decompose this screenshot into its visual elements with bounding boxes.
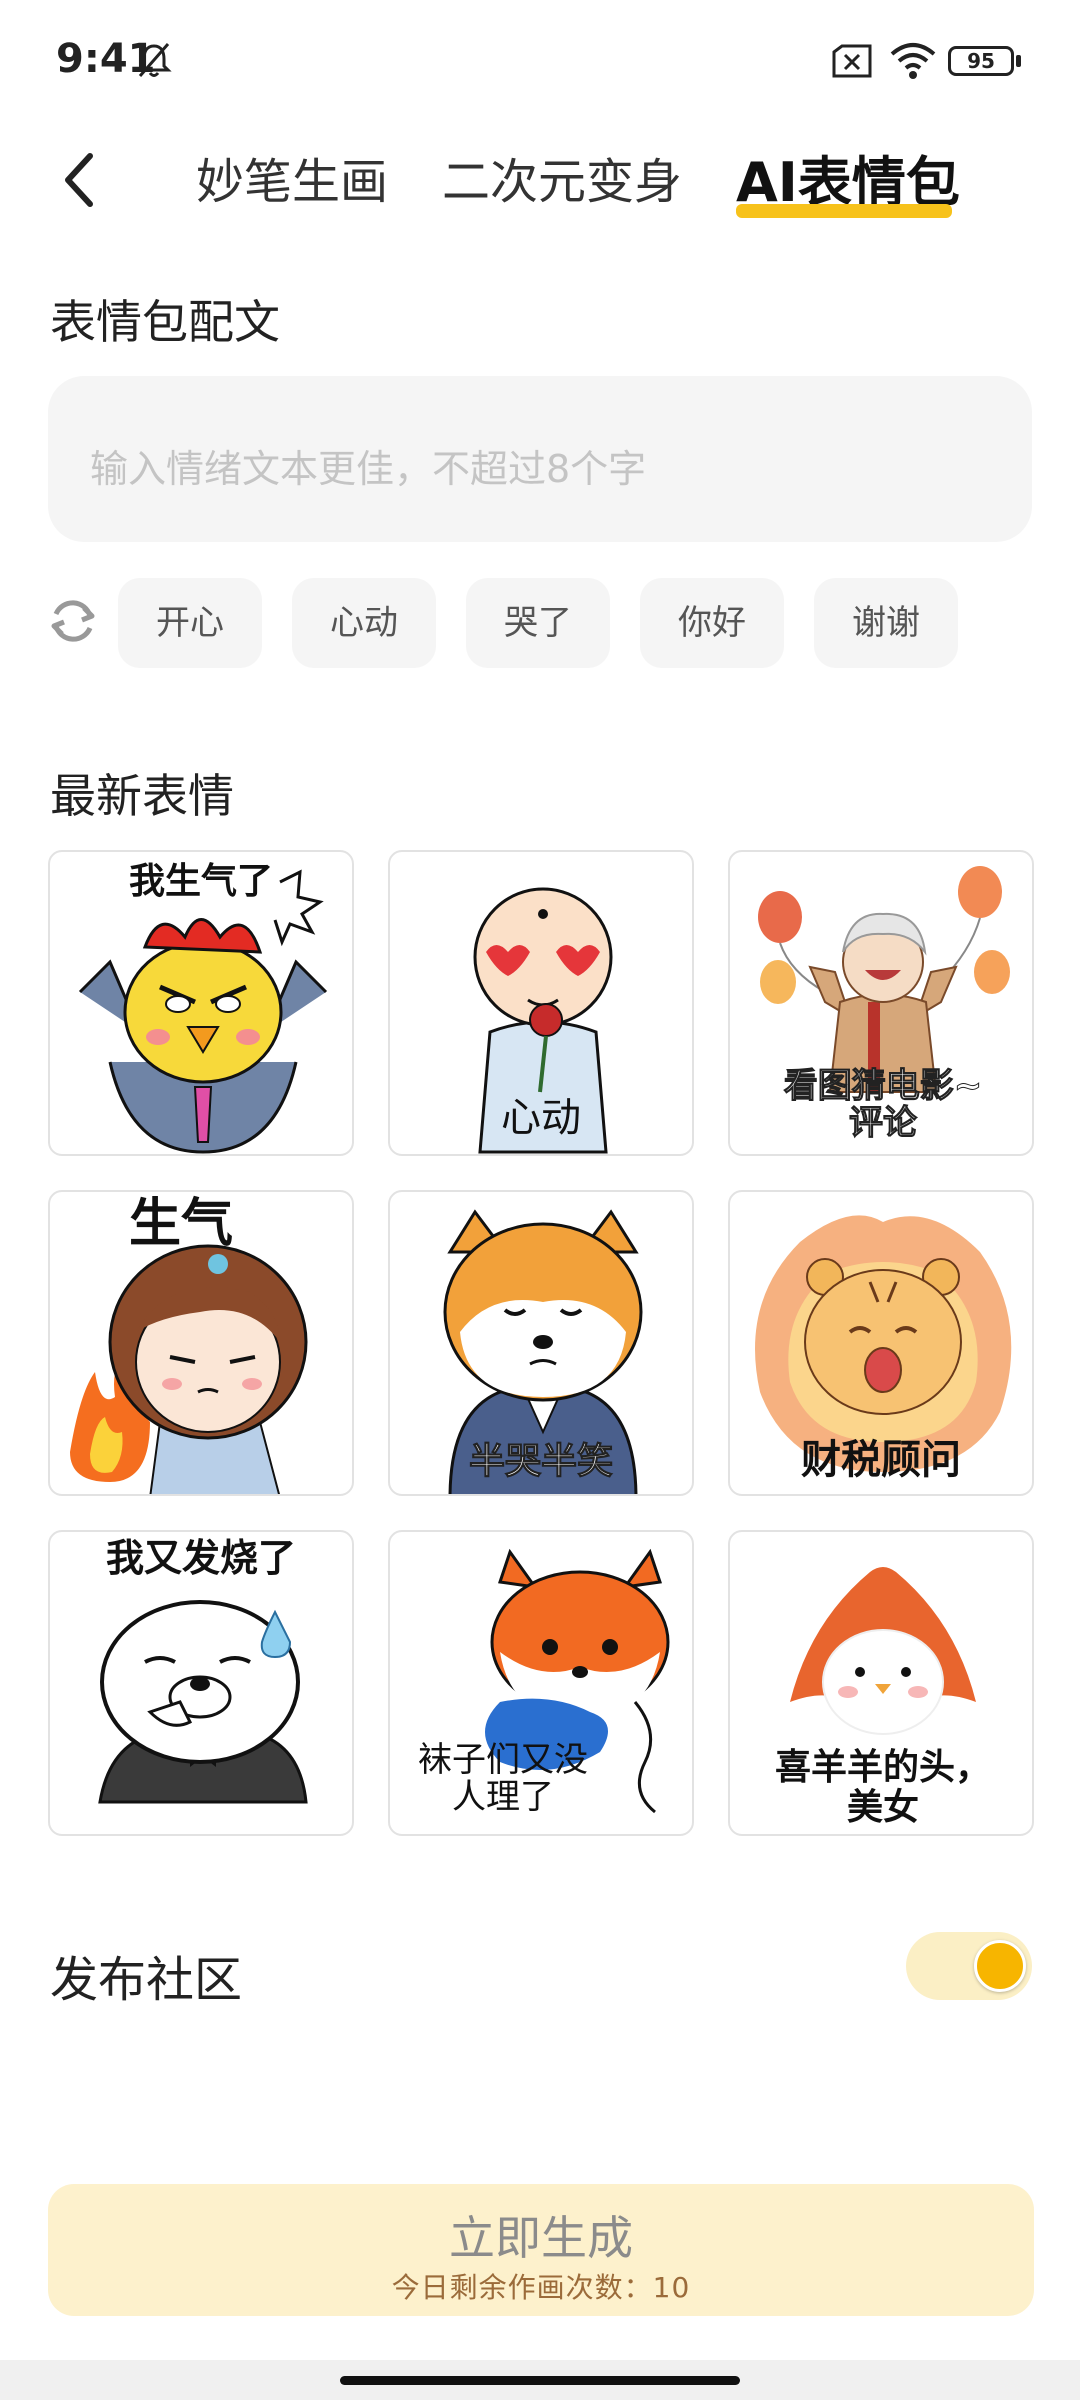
bell-muted-icon [136, 43, 172, 77]
remaining-count: 今日剩余作画次数：10 [391, 2271, 691, 2304]
latest-section-title: 最新表情 [50, 769, 234, 823]
sticker-card[interactable]: 袜子们又没人理了 [388, 1530, 694, 1836]
sticker-caption: 我又发烧了 [105, 1536, 296, 1580]
status-bar: 9:41 95 [0, 0, 1080, 120]
refresh-icon[interactable] [48, 596, 98, 646]
sticker-caption: 看图猜电影~评论 [783, 1066, 983, 1144]
sticker-caption: 财税顾问 [801, 1437, 961, 1483]
caption-input[interactable]: 输入情绪文本更佳，不超过8个字 [48, 376, 1032, 542]
active-tab-indicator [736, 204, 952, 218]
sticker-caption: 半哭半笑 [468, 1441, 613, 1482]
chip-happy[interactable]: 开心 [118, 578, 262, 668]
home-indicator[interactable] [340, 2376, 740, 2385]
generate-button[interactable]: 立即生成 今日剩余作画次数：10 [48, 2184, 1034, 2316]
sticker-card[interactable]: 心动 [388, 850, 694, 1156]
tab-miaobi[interactable]: 妙笔生画 [196, 142, 388, 212]
no-sim-icon [832, 44, 872, 78]
back-arrow-icon[interactable] [60, 148, 100, 212]
publish-label: 发布社区 [50, 1952, 243, 2008]
sticker-card[interactable]: 半哭半笑 [388, 1190, 694, 1496]
sticker-caption: 我生气了 [128, 861, 273, 902]
navigation-bar [0, 2360, 1080, 2400]
sticker-caption: 袜子们又没人理了 [418, 1740, 588, 1818]
sticker-card[interactable]: 生气 [48, 1190, 354, 1496]
publish-toggle[interactable] [906, 1932, 1032, 2000]
sticker-card[interactable]: 财税顾问 [728, 1190, 1034, 1496]
battery-tip [1016, 55, 1021, 67]
tab-anime[interactable]: 二次元变身 [442, 142, 682, 212]
generate-label: 立即生成 [449, 2211, 633, 2265]
sticker-card[interactable]: 我又发烧了 [48, 1530, 354, 1836]
chip-heartbeat[interactable]: 心动 [292, 578, 436, 668]
sticker-card[interactable]: 喜羊羊的头，美女 [728, 1530, 1034, 1836]
wifi-icon [890, 43, 936, 79]
chip-thanks[interactable]: 谢谢 [814, 578, 958, 668]
toggle-knob [974, 1940, 1026, 1992]
caption-section-title: 表情包配文 [50, 295, 280, 349]
sticker-card[interactable]: 我生气了 [48, 850, 354, 1156]
top-nav: 妙笔生画 二次元变身 AI表情包 [0, 120, 1080, 250]
sticker-caption: 生气 [128, 1194, 233, 1254]
chip-cried[interactable]: 哭了 [466, 578, 610, 668]
sticker-caption: 喜羊羊的头，美女 [774, 1747, 991, 1828]
sticker-card[interactable]: 看图猜电影~评论 [728, 850, 1034, 1156]
chip-hello[interactable]: 你好 [640, 578, 784, 668]
sticker-caption: 心动 [501, 1095, 581, 1141]
battery-indicator: 95 [948, 46, 1014, 76]
caption-placeholder: 输入情绪文本更佳，不超过8个字 [90, 447, 647, 491]
